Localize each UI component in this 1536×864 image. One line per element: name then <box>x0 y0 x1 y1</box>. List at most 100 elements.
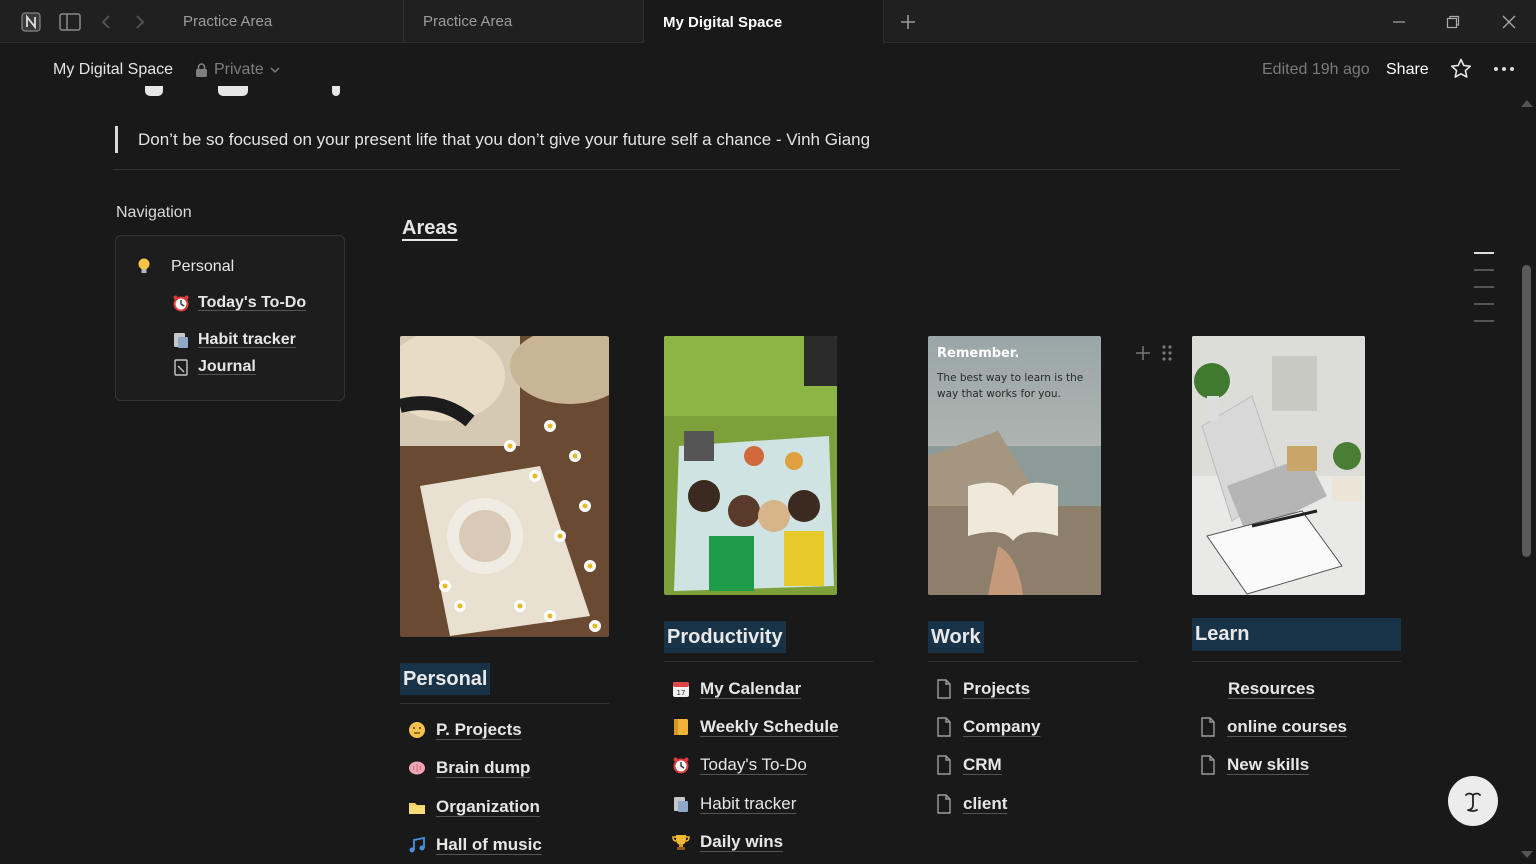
page-icon <box>1199 717 1217 737</box>
ledger-icon <box>672 718 690 736</box>
item-label: Brain dump <box>436 758 531 777</box>
block-hover-controls <box>1135 344 1173 368</box>
privacy-label: Private <box>214 61 264 78</box>
list-item-online-courses[interactable]: online courses <box>1199 717 1347 737</box>
tab-practice-area-2[interactable]: Practice Area <box>404 0 644 43</box>
nav-item-personal[interactable]: Personal <box>135 258 234 276</box>
page-icon <box>935 794 953 814</box>
image-caption-line-2: way that works for you. <box>937 388 1061 400</box>
nav-item-todays-todo[interactable]: Today's To-Do <box>172 294 306 312</box>
list-item-resources[interactable]: Resources <box>1228 679 1315 699</box>
edited-timestamp: Edited 19h ago <box>1262 61 1370 78</box>
item-label: Organization <box>436 797 540 816</box>
area-title-personal[interactable]: Personal <box>400 663 491 695</box>
thinking-face-icon <box>408 721 426 739</box>
habit-icon <box>672 795 690 813</box>
ai-assistant-button[interactable] <box>1448 776 1498 826</box>
learn-cover-image[interactable] <box>1192 336 1365 595</box>
nav-todo-label: Today's To-Do <box>198 294 307 311</box>
list-item-brain-dump[interactable]: Brain dump <box>408 758 530 778</box>
area-title-productivity[interactable]: Productivity <box>664 621 786 653</box>
page-icon <box>935 755 953 775</box>
more-options-icon[interactable] <box>1492 57 1516 81</box>
title-bar: Practice Area Practice Area My Digital S… <box>0 0 1536 44</box>
nav-item-habit-tracker[interactable]: Habit tracker <box>172 331 296 349</box>
new-tab-plus-icon[interactable] <box>894 8 922 36</box>
scroll-down-arrow-icon[interactable] <box>1521 851 1533 858</box>
privacy-menu[interactable]: Private <box>195 61 280 79</box>
list-item-daily-wins[interactable]: Daily wins <box>672 832 783 852</box>
list-item-weekly-schedule[interactable]: Weekly Schedule <box>672 717 839 737</box>
list-item-habit-tracker[interactable]: Habit tracker <box>672 794 796 814</box>
minimize-icon[interactable] <box>1387 10 1411 34</box>
item-label: Company <box>963 717 1041 736</box>
forward-arrow-icon[interactable] <box>126 8 154 36</box>
tab-label: Practice Area <box>423 13 513 30</box>
share-button[interactable]: Share <box>1386 61 1429 79</box>
divider <box>664 661 873 662</box>
work-cover-image[interactable]: Remember. The best way to learn is the w… <box>928 336 1101 595</box>
list-item-organization[interactable]: Organization <box>408 797 540 817</box>
alarm-clock-icon <box>172 294 190 312</box>
sidebar-toggle-icon[interactable] <box>56 8 84 36</box>
areas-heading[interactable]: Areas <box>402 217 458 240</box>
divider <box>1192 661 1401 662</box>
list-item-new-skills[interactable]: New skills <box>1199 755 1309 775</box>
item-label: CRM <box>963 755 1002 774</box>
scrollbar-thumb[interactable] <box>1522 265 1531 557</box>
breadcrumb[interactable]: My Digital Space <box>53 61 173 79</box>
alarm-clock-icon <box>672 756 690 774</box>
close-icon[interactable] <box>1497 10 1521 34</box>
list-item-crm[interactable]: CRM <box>935 755 1002 775</box>
list-item-projects[interactable]: Projects <box>935 679 1030 699</box>
item-label: Weekly Schedule <box>700 717 839 736</box>
list-item-company[interactable]: Company <box>935 717 1040 737</box>
item-label: Today's To-Do <box>700 755 807 774</box>
notion-logo-icon[interactable] <box>17 8 45 36</box>
item-label: My Calendar <box>700 679 802 698</box>
item-label: Habit tracker <box>700 794 797 813</box>
item-label: client <box>963 794 1008 813</box>
page-icon <box>935 717 953 737</box>
chevron-down-icon <box>270 67 280 73</box>
scroll-up-arrow-icon[interactable] <box>1521 100 1533 107</box>
page-icon <box>1199 755 1217 775</box>
habit-icon <box>172 331 190 349</box>
music-notes-icon <box>408 836 426 854</box>
back-arrow-icon[interactable] <box>92 8 120 36</box>
item-label: online courses <box>1227 717 1347 736</box>
list-item-todays-todo[interactable]: Today's To-Do <box>672 755 807 775</box>
nav-habit-label: Habit tracker <box>198 331 296 348</box>
productivity-cover-image[interactable] <box>664 336 837 595</box>
nav-item-journal[interactable]: Journal <box>172 358 256 376</box>
favorite-star-icon[interactable] <box>1449 57 1473 81</box>
area-title-work[interactable]: Work <box>928 621 984 653</box>
item-label: New skills <box>1227 755 1310 774</box>
navigation-heading: Navigation <box>116 204 192 221</box>
tab-practice-area-1[interactable]: Practice Area <box>164 0 404 43</box>
brain-icon <box>408 759 426 777</box>
quote-block: Don’t be so focused on your present life… <box>115 126 870 153</box>
ai-face-icon <box>1465 792 1481 812</box>
nav-journal-label: Journal <box>198 358 256 375</box>
item-label: Hall of music <box>436 835 542 854</box>
restore-icon[interactable] <box>1441 10 1465 34</box>
list-item-client[interactable]: client <box>935 794 1007 814</box>
list-item-hall-of-music[interactable]: Hall of music <box>408 835 542 855</box>
nav-personal-label: Personal <box>171 258 235 275</box>
tab-label: Practice Area <box>183 13 273 30</box>
calendar-icon: 17 <box>672 680 690 698</box>
tab-my-digital-space[interactable]: My Digital Space <box>644 0 884 44</box>
list-item-my-calendar[interactable]: 17 My Calendar <box>672 679 801 699</box>
svg-text:17: 17 <box>677 689 686 697</box>
lock-icon <box>196 62 207 77</box>
divider <box>113 169 1400 170</box>
list-item-p-projects[interactable]: P. Projects <box>408 720 522 740</box>
area-title-learn[interactable]: Learn <box>1192 618 1401 651</box>
trophy-icon <box>672 833 690 851</box>
add-block-plus-icon[interactable] <box>1135 344 1151 368</box>
page-icon <box>935 679 953 699</box>
drag-handle-icon[interactable] <box>1161 344 1173 368</box>
personal-cover-image[interactable] <box>400 336 609 637</box>
table-of-contents-minimap[interactable] <box>1474 252 1494 337</box>
